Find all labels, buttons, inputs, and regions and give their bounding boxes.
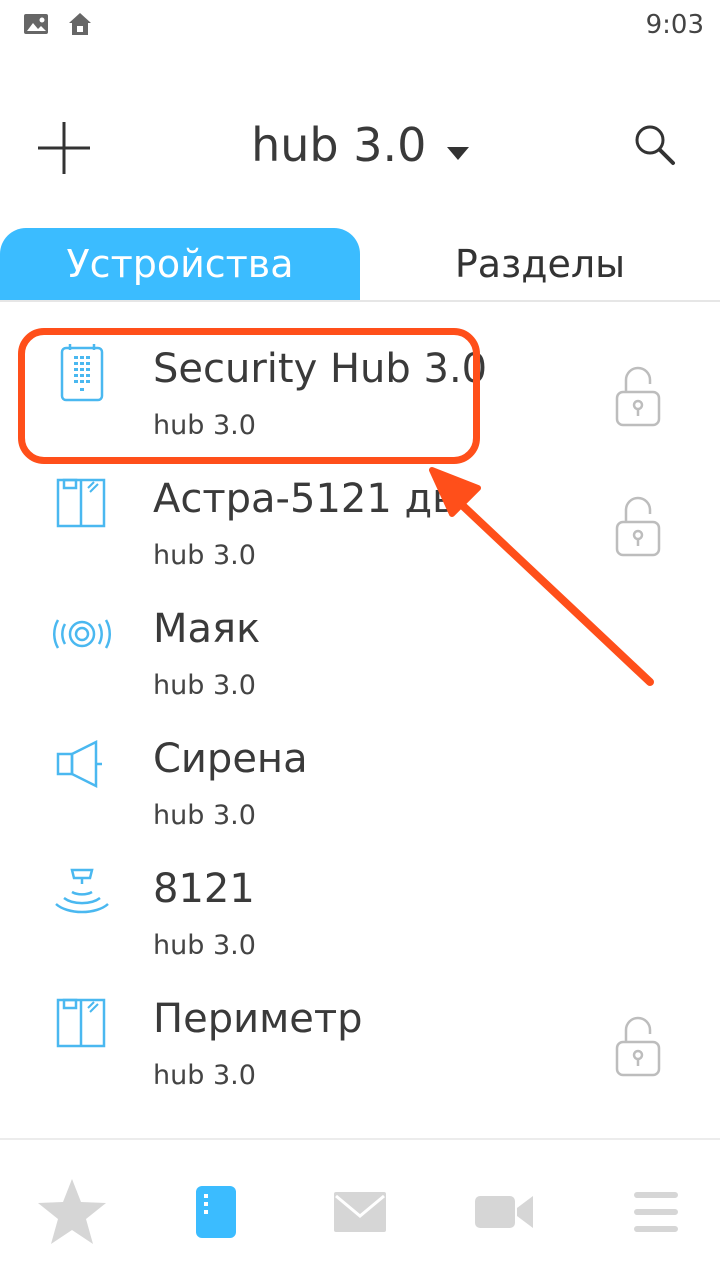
tab-devices[interactable]: Устройства [0,228,360,300]
tab-bar: Устройства Разделы [0,228,720,302]
menu-icon[interactable] [616,1176,696,1248]
device-hub: hub 3.0 [153,1060,256,1091]
app-header: hub 3.0 [0,90,720,210]
device-icon[interactable] [176,1176,256,1248]
annotation-highlight-box [18,328,480,464]
lock-open-icon[interactable] [614,366,662,428]
star-icon[interactable] [32,1176,112,1248]
clock: 9:03 [645,10,704,40]
tab-sections[interactable]: Разделы [360,228,720,300]
device-row[interactable]: Маяк hub 3.0 [0,570,720,701]
device-hub: hub 3.0 [153,800,256,831]
motion-sensor-icon [50,862,114,926]
search-icon[interactable] [632,122,676,166]
device-hub: hub 3.0 [153,930,256,961]
device-hub: hub 3.0 [153,670,256,701]
hub-selector[interactable]: hub 3.0 [0,118,720,172]
door-sensor-icon [50,992,114,1056]
device-row[interactable]: Сирена hub 3.0 [0,700,720,831]
device-name: Астра-5121 дв [153,476,456,522]
caret-down-icon [446,147,469,166]
hub-title: hub 3.0 [251,118,427,172]
device-name: Сирена [153,736,308,782]
bottom-nav [0,1138,720,1280]
device-row[interactable]: Периметр hub 3.0 [0,960,720,1091]
device-name: 8121 [153,866,255,912]
home-icon [66,10,94,43]
image-icon [22,10,50,43]
lock-open-icon[interactable] [614,1016,662,1078]
status-bar: 9:03 [0,0,720,50]
beacon-icon [50,602,114,666]
video-camera-icon[interactable] [464,1176,544,1248]
lock-open-icon[interactable] [614,496,662,558]
siren-icon [50,732,114,796]
door-sensor-icon [50,472,114,536]
device-row[interactable]: 8121 hub 3.0 [0,830,720,961]
device-name: Периметр [153,996,363,1042]
mail-icon[interactable] [320,1176,400,1248]
device-name: Маяк [153,606,261,652]
device-hub: hub 3.0 [153,540,256,571]
